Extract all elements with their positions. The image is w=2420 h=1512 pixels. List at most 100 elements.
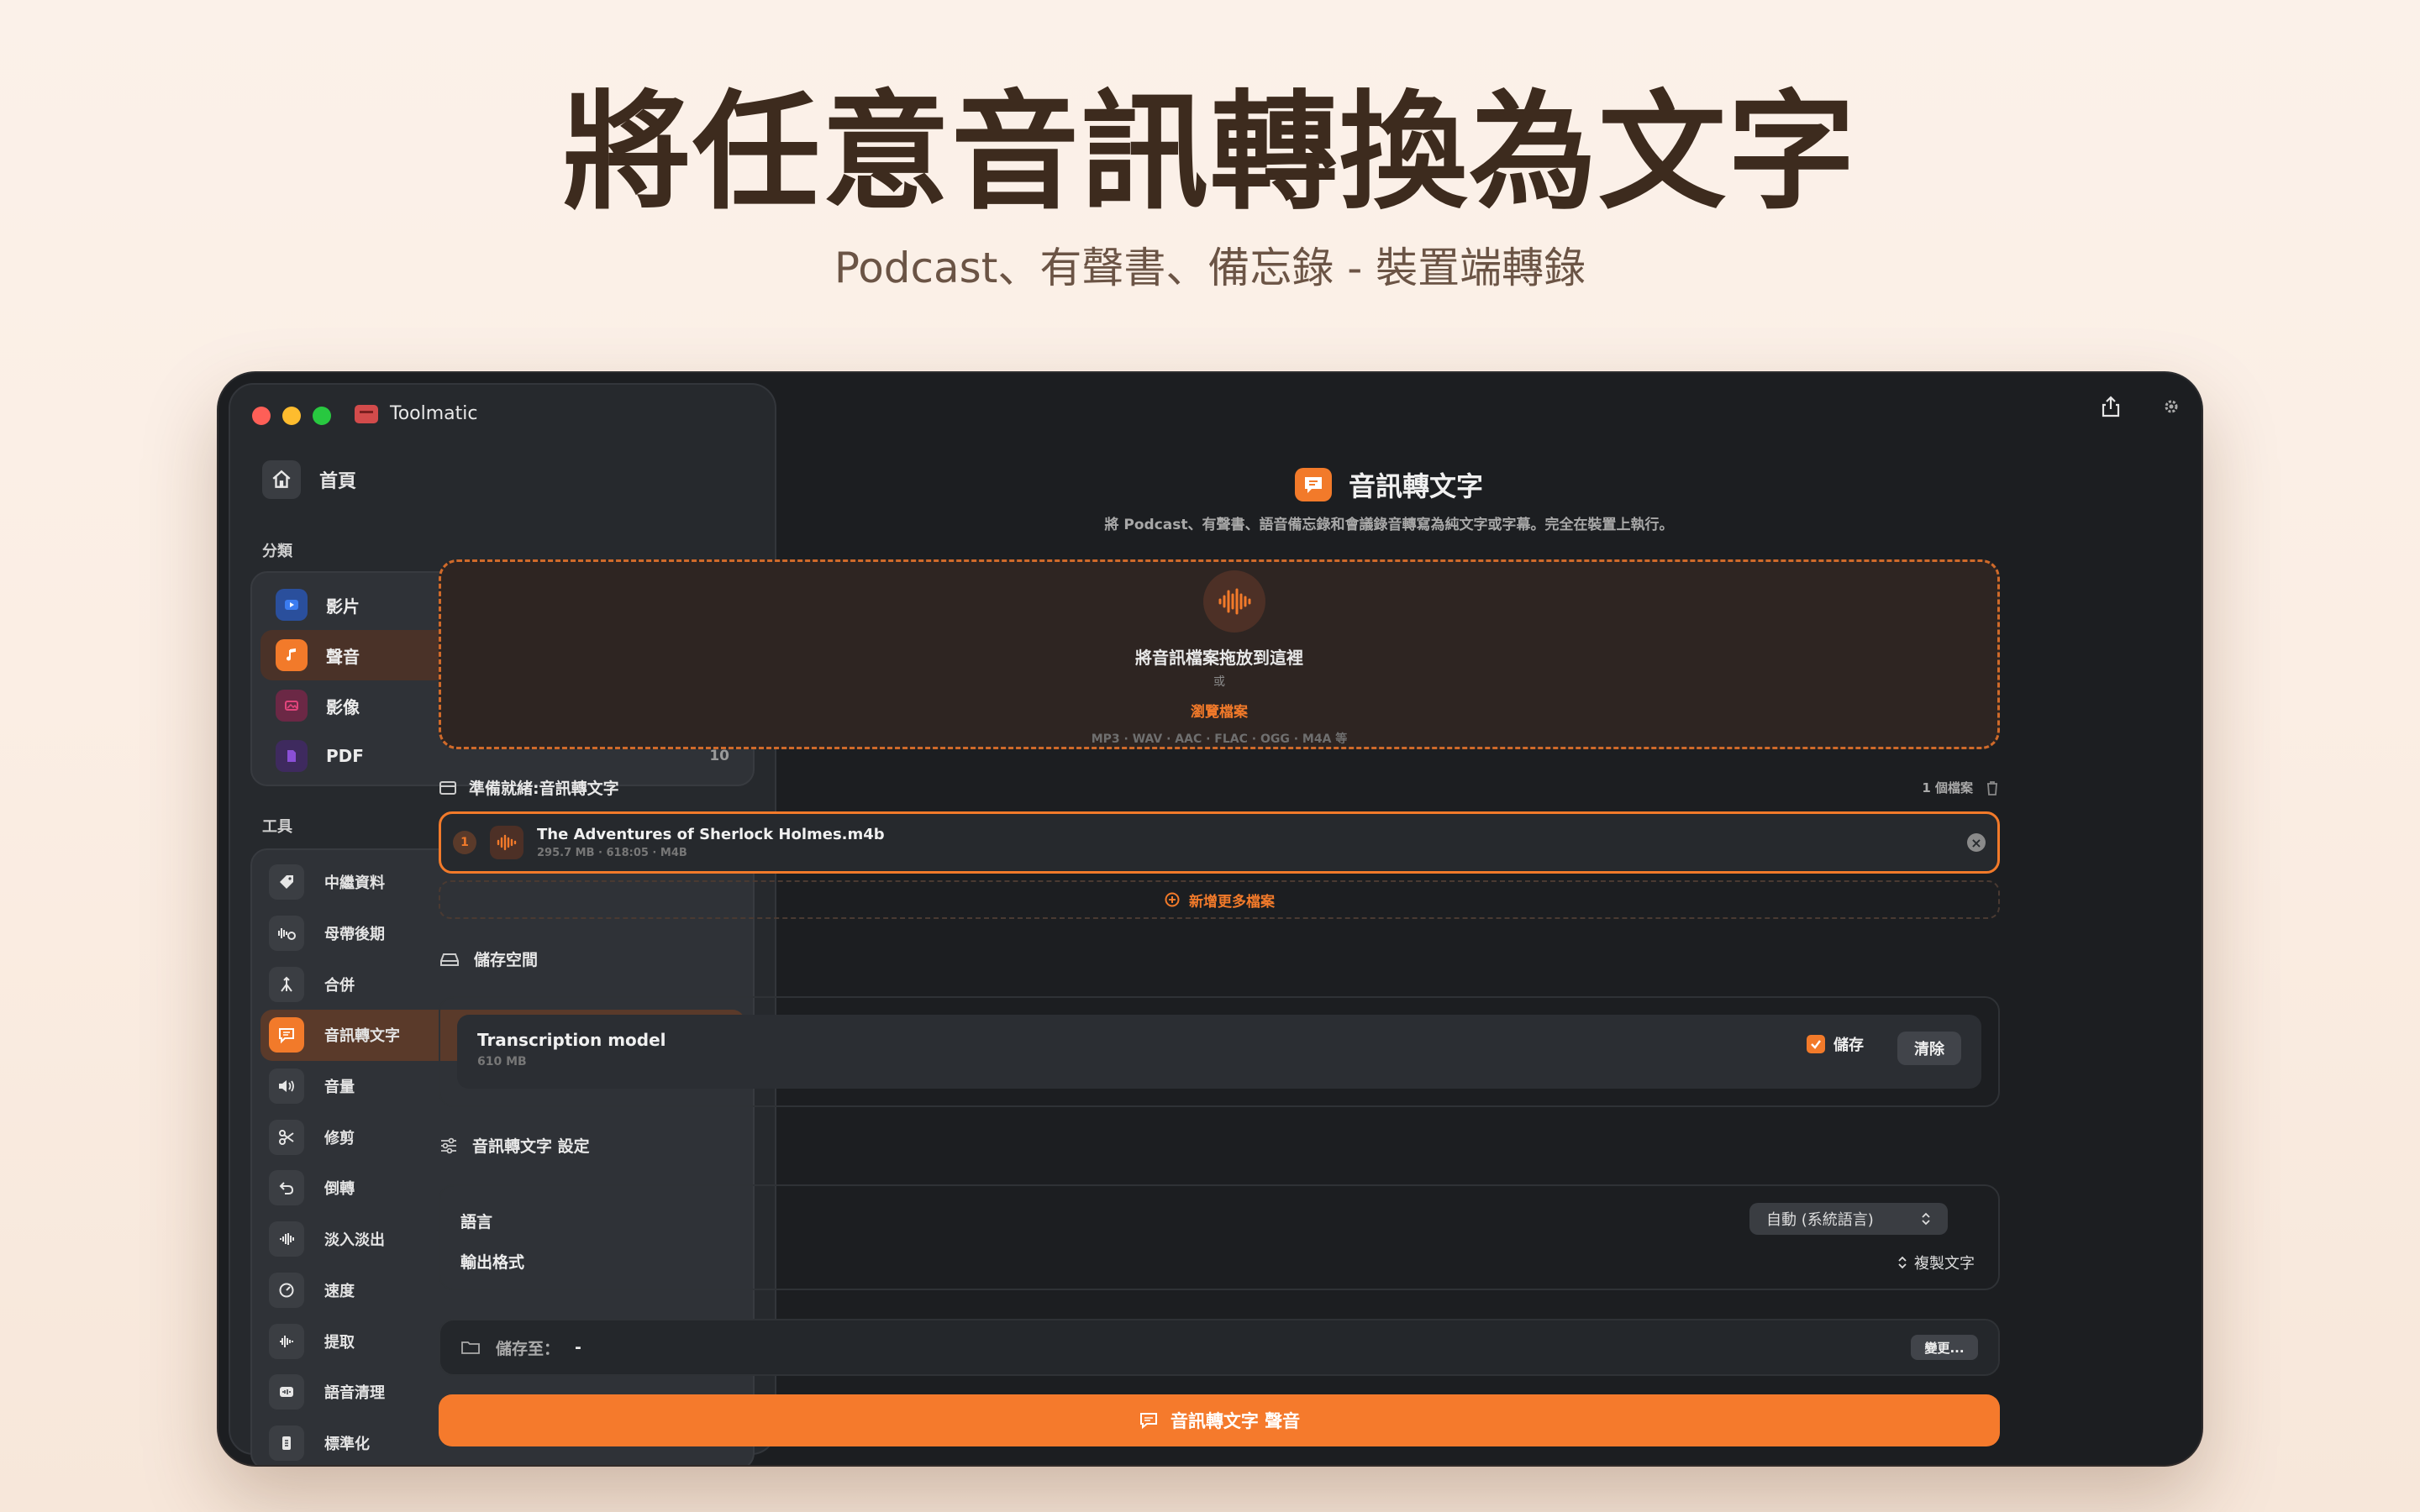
sidebar-item-home[interactable]: 首頁 xyxy=(262,460,356,499)
voice-clean-icon xyxy=(269,1374,304,1410)
storage-title: 儲存空間 xyxy=(474,951,539,969)
tool-label: 淡入淡出 xyxy=(324,1231,385,1250)
tool-label: 速度 xyxy=(324,1282,355,1300)
drop-or-label: 或 xyxy=(1213,675,1225,689)
settings-button[interactable] xyxy=(2154,390,2188,423)
drop-zone[interactable]: 將音訊檔案拖放到這裡 或 瀏覽檔案 MP3 · WAV · AAC · FLAC… xyxy=(439,559,2000,749)
trash-icon[interactable] xyxy=(1985,780,2000,796)
chat-bubble-icon xyxy=(1139,1413,1157,1430)
zoom-window-button[interactable] xyxy=(313,407,331,425)
tool-label: 標準化 xyxy=(324,1435,370,1453)
app-name: Toolmatic xyxy=(390,403,478,424)
hero-subtitle: Podcast、有聲書、備忘錄 - 裝置端轉錄 xyxy=(834,244,1586,292)
category-count: 10 xyxy=(709,748,729,764)
model-name: Transcription model xyxy=(477,1030,666,1050)
music-note-icon xyxy=(276,639,308,671)
waveform-icon xyxy=(269,1323,304,1359)
plus-circle-icon xyxy=(1165,892,1180,907)
tray-icon xyxy=(439,780,456,795)
tag-icon xyxy=(269,864,304,900)
storage-heading: 儲存空間 xyxy=(439,948,538,970)
home-label: 首頁 xyxy=(319,471,357,492)
chat-bubble-icon xyxy=(1294,468,1332,501)
tool-label: 倒轉 xyxy=(324,1180,355,1199)
change-location-button[interactable]: 變更... xyxy=(1911,1335,1978,1360)
audio-file-icon xyxy=(490,826,523,859)
waveform-gauge-icon xyxy=(269,916,304,952)
close-icon: × xyxy=(1970,834,1982,851)
storage-panel: Transcription model 610 MB 儲存 清除 xyxy=(439,996,2000,1107)
tool-label: 合併 xyxy=(324,976,355,995)
sidebar: Toolmatic 首頁 分類 影片 15 聲音 14 xyxy=(229,383,776,1465)
tool-label: 音量 xyxy=(324,1079,355,1097)
remove-file-button[interactable]: × xyxy=(1967,833,1986,852)
model-row: Transcription model 610 MB 儲存 清除 xyxy=(457,1015,1981,1089)
settings-heading: 音訊轉文字 設定 xyxy=(439,1134,590,1157)
browse-files-link[interactable]: 瀏覽檔案 xyxy=(441,700,1997,721)
file-name: The Adventures of Sherlock Holmes.m4b xyxy=(537,826,885,843)
language-select[interactable]: 自動 (系統語言) xyxy=(1749,1203,1948,1235)
settings-title: 音訊轉文字 設定 xyxy=(472,1137,590,1156)
add-more-label: 新增更多檔案 xyxy=(1189,893,1275,911)
queue-header: 準備就緒:音訊轉文字 1 個檔案 xyxy=(439,776,2000,799)
queue-count: 1 個檔案 xyxy=(1922,780,1973,795)
supported-formats: MP3 · WAV · AAC · FLAC · OGG · M4A 等 xyxy=(1091,732,1348,746)
waveform-icon xyxy=(1203,570,1265,633)
share-icon xyxy=(2102,396,2120,417)
save-location-value: - xyxy=(575,1338,581,1357)
file-index: 1 xyxy=(453,831,476,854)
transcribe-button-label: 音訊轉文字 聲音 xyxy=(1170,1411,1301,1431)
queue-title: 準備就緒:音訊轉文字 xyxy=(469,780,619,798)
sliders-icon xyxy=(441,1137,456,1153)
app-window: Toolmatic 首頁 分類 影片 15 聲音 14 xyxy=(218,373,2202,1465)
folder-icon xyxy=(461,1341,480,1354)
transcribe-button[interactable]: 音訊轉文字 聲音 xyxy=(439,1394,2000,1446)
merge-icon xyxy=(269,966,304,1002)
categories-heading: 分類 xyxy=(262,543,292,560)
tool-label: 音訊轉文字 xyxy=(324,1027,400,1046)
clear-model-button[interactable]: 清除 xyxy=(1897,1032,1961,1065)
output-format-label: 輸出格式 xyxy=(460,1253,525,1272)
tool-label: 母帶後期 xyxy=(324,926,385,944)
page-title: 音訊轉文字 xyxy=(1348,470,1483,502)
image-icon xyxy=(276,690,308,722)
chevron-updown-icon xyxy=(1922,1212,1930,1226)
drop-instructions: 將音訊檔案拖放到這裡 xyxy=(1135,648,1303,668)
language-label: 語言 xyxy=(460,1213,493,1231)
output-format-select[interactable]: 複製文字 xyxy=(1897,1252,1975,1273)
save-location-row: 儲存至： - 變更... xyxy=(439,1319,2000,1376)
play-icon xyxy=(276,589,308,621)
home-icon xyxy=(262,460,301,499)
add-more-files-button[interactable]: 新增更多檔案 xyxy=(439,880,2000,919)
chat-bubble-icon xyxy=(269,1017,304,1053)
tool-header: 音訊轉文字 xyxy=(600,465,2178,504)
gear-icon xyxy=(2165,400,2178,413)
normalize-icon xyxy=(269,1425,304,1461)
file-item[interactable]: 1 The Adventures of Sherlock Holmes.m4b … xyxy=(439,811,2000,874)
window-controls xyxy=(252,407,331,425)
chevron-updown-icon xyxy=(1898,1256,1907,1269)
keep-model-checkbox[interactable]: 儲存 xyxy=(1807,1033,1864,1055)
document-icon xyxy=(276,740,308,772)
model-size: 610 MB xyxy=(477,1055,527,1068)
tool-label: 語音清理 xyxy=(324,1384,385,1403)
fade-waveform-icon xyxy=(269,1221,304,1257)
minimize-window-button[interactable] xyxy=(282,407,301,425)
toolbox-icon xyxy=(355,404,378,423)
undo-icon xyxy=(269,1170,304,1206)
keep-label: 儲存 xyxy=(1833,1037,1864,1054)
app-brand: Toolmatic xyxy=(355,403,477,424)
speaker-icon xyxy=(269,1068,304,1105)
tools-heading: 工具 xyxy=(262,818,292,836)
file-info: The Adventures of Sherlock Holmes.m4b 29… xyxy=(537,826,885,859)
drive-icon xyxy=(440,953,459,966)
save-location-label: 儲存至： xyxy=(496,1339,560,1358)
tool-label: 中繼資料 xyxy=(324,874,385,893)
tool-label: 修剪 xyxy=(324,1129,355,1147)
language-value: 自動 (系統語言) xyxy=(1766,1211,1874,1229)
close-window-button[interactable] xyxy=(252,407,271,425)
tool-label: 提取 xyxy=(324,1333,355,1352)
page-description: 將 Podcast、有聲書、語音備忘錄和會議錄音轉寫為純文字或字幕。完全在裝置上… xyxy=(1104,517,1674,533)
checkmark-icon xyxy=(1807,1035,1825,1053)
share-button[interactable] xyxy=(2094,390,2128,423)
